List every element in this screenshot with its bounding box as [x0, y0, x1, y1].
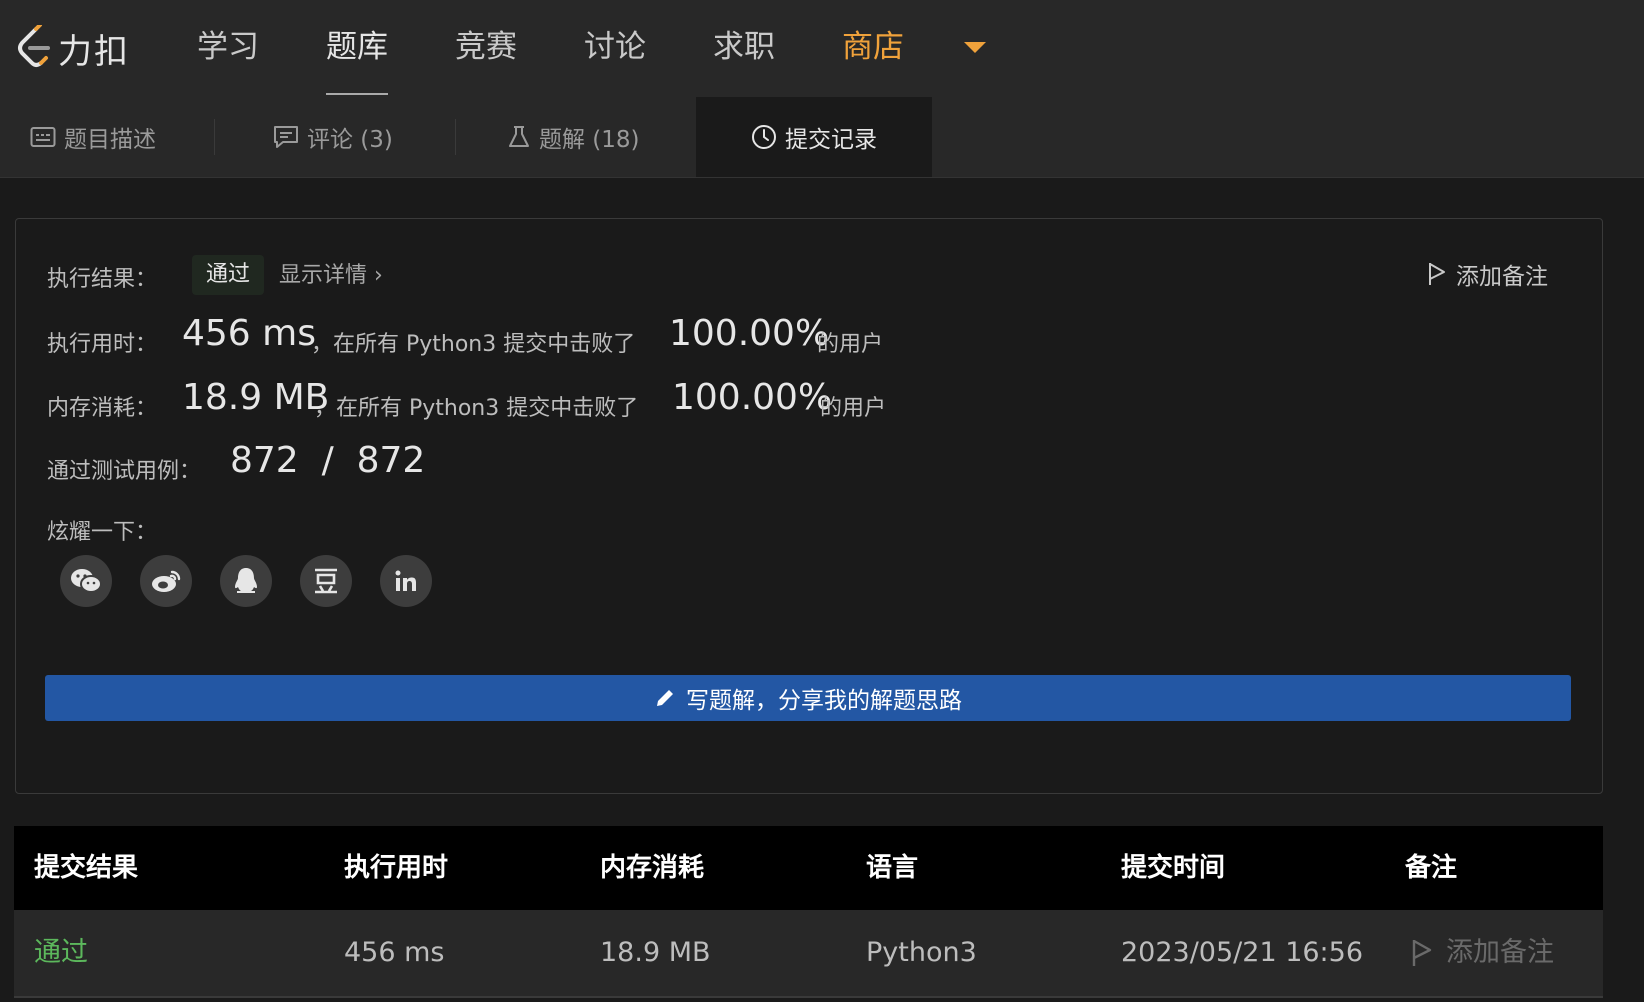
status-badge: 通过 — [192, 255, 265, 295]
memory-value: 18.9 MB — [182, 377, 330, 418]
submission-result[interactable]: 通过 — [34, 910, 88, 996]
memory-label: 内存消耗： — [47, 396, 158, 421]
table-row[interactable]: 通过 456 ms 18.9 MB Python3 2023/05/21 16:… — [14, 910, 1603, 998]
submission-language: Python3 — [866, 937, 977, 968]
tab-divider — [214, 119, 215, 155]
tab-label: 题解 (18) — [539, 127, 640, 153]
show-details-link[interactable]: 显示详情 › — [279, 257, 383, 289]
runtime-value: 456 ms — [182, 313, 316, 354]
testcases-label: 通过测试用例： — [47, 459, 202, 484]
memory-tail: 的用户 — [820, 396, 887, 421]
logo-text: 力扣 — [58, 31, 130, 72]
tab-label: 题目描述 — [64, 127, 156, 153]
share-buttons — [60, 555, 432, 607]
table-header: 提交结果 执行用时 内存消耗 语言 提交时间 备注 — [14, 826, 1603, 910]
column-header: 语言 — [866, 853, 919, 883]
tab-divider — [455, 119, 456, 155]
runtime-tail: 的用户 — [817, 332, 884, 357]
runtime-percentile: 100.00% — [669, 313, 830, 354]
submission-runtime: 456 ms — [344, 937, 445, 968]
chevron-down-icon[interactable] — [964, 42, 986, 53]
runtime-label: 执行用时： — [47, 332, 158, 357]
column-header: 备注 — [1405, 853, 1458, 883]
column-header: 执行用时 — [344, 853, 449, 883]
leetcode-logo-icon — [18, 25, 50, 67]
flag-icon — [1429, 263, 1445, 285]
status-label: 执行结果： — [47, 267, 158, 292]
clock-icon — [752, 125, 776, 149]
submissions-table: 提交结果 执行用时 内存消耗 语言 提交时间 备注 通过 456 ms 18.9… — [14, 826, 1603, 998]
tab-solutions[interactable]: 题解 (18) — [507, 97, 687, 177]
share-label: 炫耀一下： — [47, 520, 158, 545]
pencil-icon — [657, 690, 673, 706]
write-solution-label: 写题解，分享我的解题思路 — [686, 688, 962, 714]
memory-percentile: 100.00% — [672, 377, 833, 418]
comment-icon — [274, 126, 298, 148]
qq-icon[interactable] — [220, 555, 272, 607]
add-note-button[interactable]: 添加备注 — [1426, 257, 1548, 291]
tab-description[interactable]: 题目描述 — [30, 97, 210, 177]
nav-item-store[interactable]: 商店 — [842, 0, 904, 97]
tab-submissions[interactable]: 提交记录 — [696, 97, 932, 177]
nav-item-study[interactable]: 学习 — [197, 0, 259, 97]
weibo-icon[interactable] — [140, 555, 192, 607]
testcases-value: 872 / 872 — [230, 440, 426, 481]
memory-desc: ，在所有 Python3 提交中击败了 — [314, 396, 639, 421]
write-solution-button[interactable]: 写题解，分享我的解题思路 — [45, 675, 1571, 721]
tab-comments[interactable]: 评论 (3) — [273, 97, 453, 177]
submission-memory: 18.9 MB — [600, 937, 711, 968]
column-header: 内存消耗 — [600, 853, 705, 883]
douban-icon[interactable] — [300, 555, 352, 607]
add-note-button[interactable]: 添加备注 — [1410, 910, 1554, 996]
runtime-desc: ，在所有 Python3 提交中击败了 — [311, 332, 636, 357]
wechat-icon[interactable] — [60, 555, 112, 607]
tab-label: 评论 (3) — [307, 127, 393, 153]
top-nav: 力扣 学习 题库 竞赛 讨论 求职 商店 — [0, 0, 1644, 97]
column-header: 提交时间 — [1121, 853, 1226, 883]
nav-item-problems[interactable]: 题库 — [326, 0, 388, 97]
logo[interactable]: 力扣 — [14, 18, 130, 78]
nav-item-jobs[interactable]: 求职 — [713, 0, 775, 97]
nav-item-discuss[interactable]: 讨论 — [584, 0, 646, 97]
result-card: 执行结果： 通过 显示详情 › 添加备注 执行用时： 456 ms ，在所有 P… — [15, 218, 1603, 794]
add-note-label: 添加备注 — [1456, 264, 1548, 290]
flask-icon — [509, 126, 529, 147]
nav-item-contest[interactable]: 竞赛 — [455, 0, 517, 97]
flag-icon — [1412, 939, 1432, 966]
tab-label: 提交记录 — [785, 127, 877, 153]
add-note-label: 添加备注 — [1446, 937, 1554, 968]
description-icon — [30, 127, 56, 147]
column-header: 提交结果 — [34, 853, 139, 883]
submission-time: 2023/05/21 16:56 — [1121, 937, 1364, 968]
problem-tabs: 题目描述 评论 (3) 题解 (18) 提交记录 — [0, 97, 1644, 178]
linkedin-icon[interactable] — [380, 555, 432, 607]
